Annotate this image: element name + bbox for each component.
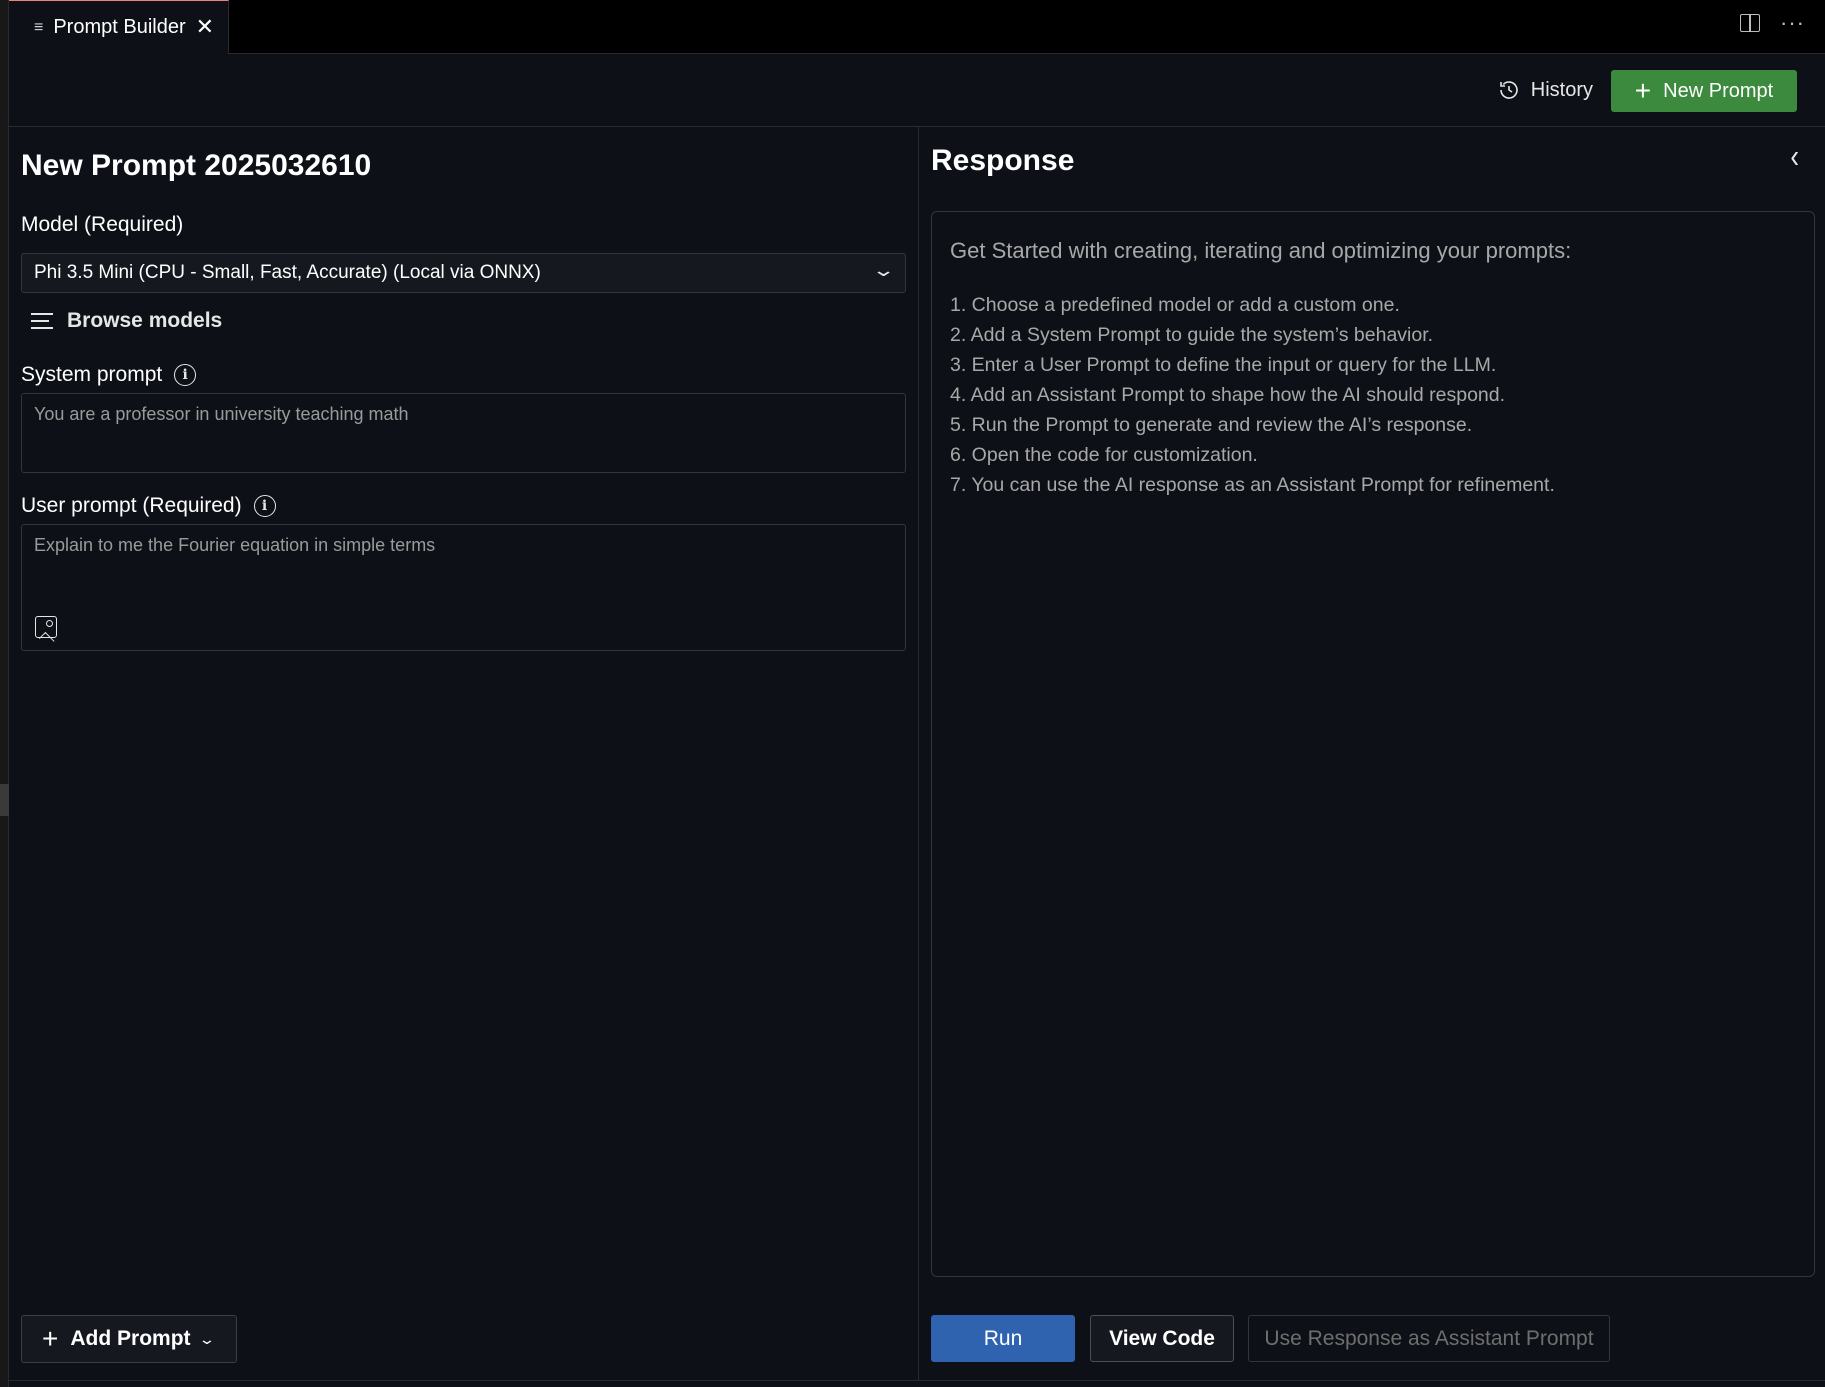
attach-image-icon[interactable] [35, 616, 57, 638]
chevron-down-icon: ⌄ [871, 260, 896, 280]
list-item: 6. Open the code for customization. [950, 444, 1258, 466]
chevron-down-icon: ⌄ [197, 1330, 216, 1347]
info-icon[interactable]: i [253, 495, 276, 517]
close-icon[interactable]: ✕ [196, 16, 214, 38]
info-icon[interactable]: i [174, 364, 197, 386]
prompt-toolbar: History + New Prompt [9, 54, 1825, 127]
split-editor-icon[interactable] [1740, 14, 1761, 32]
list-item: 3. Enter a User Prompt to define the inp… [950, 354, 1497, 376]
run-button[interactable]: Run [931, 1315, 1075, 1362]
response-title: Response [931, 144, 1075, 177]
model-selected-value: Phi 3.5 Mini (CPU - Small, Fast, Accurat… [34, 262, 541, 283]
history-button[interactable]: History [1497, 70, 1593, 110]
browse-models-label: Browse models [67, 309, 223, 332]
list-icon [31, 313, 53, 329]
more-actions-icon[interactable]: ··· [1780, 12, 1805, 34]
user-prompt-label: User prompt (Required) i [21, 494, 276, 518]
list-item: 1. Choose a predefined model or add a cu… [950, 294, 1400, 316]
collapse-panel-icon[interactable]: ‹ [1790, 136, 1799, 176]
gutter-marker [0, 784, 9, 816]
editor-tab-bar: ≡ Prompt Builder ✕ ··· [9, 0, 1825, 54]
list-item: 5. Run the Prompt to generate and review… [950, 414, 1473, 436]
prompt-editor-panel: New Prompt 2025032610 Model (Required) P… [9, 127, 919, 1380]
plus-icon: + [42, 1323, 59, 1354]
user-prompt-input[interactable] [21, 524, 906, 651]
getting-started-heading: Get Started with creating, iterating and… [950, 238, 1572, 263]
list-item: 2. Add a System Prompt to guide the syst… [950, 324, 1434, 346]
panel-bottom-border [9, 1380, 1825, 1387]
system-prompt-label: System prompt i [21, 363, 197, 387]
model-dropdown[interactable]: Phi 3.5 Mini (CPU - Small, Fast, Accurat… [21, 253, 906, 293]
browse-models-link[interactable]: Browse models [31, 309, 222, 333]
list-item: 7. You can use the AI response as an Ass… [950, 474, 1555, 496]
new-prompt-button[interactable]: + New Prompt [1611, 70, 1797, 112]
tab-actions: ··· [1740, 12, 1805, 34]
history-label: History [1530, 78, 1593, 101]
tab-prompt-builder[interactable]: ≡ Prompt Builder ✕ [9, 0, 229, 54]
model-label: Model (Required) [21, 213, 183, 237]
response-panel: Response ‹ Get Started with creating, it… [920, 127, 1825, 1380]
system-prompt-label-text: System prompt [21, 363, 163, 386]
menu-icon: ≡ [34, 18, 44, 36]
system-prompt-input[interactable] [21, 393, 906, 473]
tab-title: Prompt Builder [53, 16, 186, 38]
view-code-button[interactable]: View Code [1090, 1315, 1234, 1362]
new-prompt-label: New Prompt [1663, 79, 1774, 102]
user-prompt-label-text: User prompt (Required) [21, 494, 242, 517]
add-prompt-button[interactable]: + Add Prompt ⌄ [21, 1315, 237, 1363]
history-icon [1499, 81, 1518, 99]
activity-gutter [0, 0, 9, 1387]
add-prompt-label: Add Prompt [70, 1327, 191, 1350]
plus-icon: + [1634, 75, 1652, 106]
response-output: Get Started with creating, iterating and… [931, 211, 1815, 1277]
model-label-text: Model (Required) [21, 213, 184, 236]
list-item: 4. Add an Assistant Prompt to shape how … [950, 384, 1506, 406]
getting-started-steps: 1. Choose a predefined model or add a cu… [950, 290, 1796, 500]
page-title: New Prompt 2025032610 [21, 149, 372, 182]
use-response-as-assistant-prompt-button: Use Response as Assistant Prompt [1248, 1315, 1610, 1362]
